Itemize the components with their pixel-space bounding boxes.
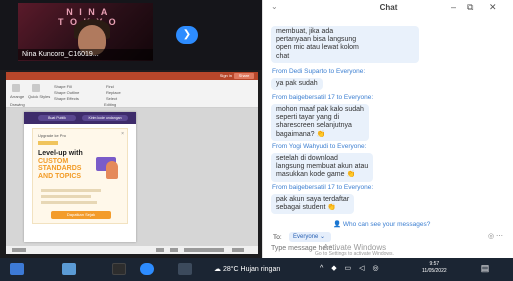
status-item (12, 248, 26, 252)
view-icon[interactable] (170, 248, 178, 252)
close-icon[interactable]: ✕ (489, 2, 497, 13)
slide-tab-public: Buat Publik (38, 115, 76, 121)
quick-styles-icon[interactable] (32, 84, 40, 92)
slide[interactable]: Buat Publik Kirim kode undangan Upgrade … (24, 112, 136, 242)
chat-message: pak akun saya terdaftar sebagai student … (271, 194, 355, 215)
chat-tools[interactable]: ◎ ⋯ (488, 232, 503, 240)
share-button[interactable]: Share (234, 73, 254, 79)
more-icon[interactable]: ⋯ (496, 233, 503, 240)
popout-icon[interactable]: ⧉ (467, 2, 473, 13)
message-sender: From baigebersatil 17 to Everyone: (272, 94, 374, 101)
chevron-right-icon[interactable]: ❯ (176, 26, 198, 44)
who-can-see-text: Who can see your messages? (342, 221, 431, 228)
clap-emoji-icon: 👏 (316, 130, 326, 138)
to-label: To: (273, 234, 282, 241)
word-app-icon[interactable] (10, 263, 24, 275)
clap-emoji-icon: 👏 (327, 204, 337, 212)
zoom-app-icon[interactable] (140, 263, 154, 275)
cta-button: Dapatkan Sejak (51, 211, 111, 219)
brand-line-1: N I N A (66, 7, 110, 17)
recipient-value: Everyone (293, 234, 319, 240)
person-computer-icon (94, 151, 122, 181)
weather-widget[interactable]: ☁ 28°C Hujan ringan (214, 265, 280, 273)
ribbon-label-arrange: Arrange (10, 94, 25, 99)
accent-bar (38, 141, 58, 145)
promo-row (41, 189, 101, 192)
file-explorer-icon[interactable] (62, 263, 76, 275)
chat-message: mohon maaf pak kalo sudah seperti tayar … (271, 104, 369, 141)
ribbon-label-shape-outline[interactable]: Shape Outline (54, 90, 79, 95)
slide-header: Buat Publik Kirim kode undangan (24, 112, 136, 124)
clap-emoji-icon: 👏 (346, 171, 356, 179)
message-sender: From Dedi Suparto to Everyone: (272, 68, 366, 75)
message-sender: From Yogi Wahyudi to Everyone: (272, 143, 367, 150)
ribbon: Arrange Quick Styles Shape Fill Shape Ou… (6, 80, 258, 108)
app-icon[interactable] (112, 263, 126, 275)
promo-headline: Level-up with CUSTOM STANDARDS AND TOPIC… (38, 150, 96, 180)
chat-panel: ⌄ Chat – ⧉ ✕ membuat, jika ada pertanyaa… (262, 0, 513, 258)
participant-name: Nina Kuncoro_C16019... (18, 49, 153, 60)
chat-message: setelah di download langsung membuat aku… (271, 153, 374, 182)
sign-in-link[interactable]: Sign in (220, 72, 232, 80)
promo-row (41, 201, 97, 204)
fit-icon[interactable] (232, 248, 244, 252)
clock[interactable]: 9:57 11/05/2022 (422, 261, 447, 275)
headline-highlight: CUSTOM STANDARDS AND TOPICS (38, 157, 82, 180)
chat-message: membuat, jika ada pertanyaan bisa langsu… (271, 26, 419, 63)
ribbon-titlebar: Sign in Share (6, 72, 258, 80)
ribbon-label-find[interactable]: Find (106, 84, 114, 89)
system-tray-icons[interactable]: ^ ◆ ▭ ◁ ◎ (320, 264, 382, 272)
slide-canvas: Buat Publik Kirim kode undangan Upgrade … (6, 108, 258, 246)
person-shape (106, 161, 118, 179)
ppt-status-bar (6, 246, 258, 254)
taskbar: ☁ 28°C Hujan ringan ^ ◆ ▭ ◁ ◎ 9:57 11/05… (0, 258, 513, 281)
people-icon: 👤 (333, 221, 343, 228)
slide-tab-invite: Kirim kode undangan (82, 115, 128, 121)
ribbon-label-select[interactable]: Select (106, 96, 117, 101)
notes-icon[interactable] (156, 248, 164, 252)
ribbon-label-replace[interactable]: Replace (106, 90, 121, 95)
chat-message: ya pak sudah (271, 78, 323, 91)
file-icon[interactable]: ◎ (488, 233, 494, 240)
message-text: pak akun saya terdaftar sebagai student (276, 196, 350, 212)
minimize-icon[interactable]: – (451, 2, 456, 12)
close-icon: × (121, 131, 124, 137)
shared-screen-pane: N I N A T O K Y O Nina Kuncoro_C16019...… (0, 0, 262, 258)
clock-time: 9:57 (429, 261, 440, 267)
promo-row (41, 195, 91, 198)
ribbon-label-shape-effects[interactable]: Shape Effects (54, 96, 79, 101)
app-icon[interactable] (178, 263, 192, 275)
powerpoint-window: Sign in Share Arrange Quick Styles Shape… (6, 72, 258, 254)
clock-date: 11/05/2022 (422, 268, 447, 274)
zoom-slider[interactable] (184, 248, 224, 252)
who-can-see-link[interactable]: 👤 Who can see your messages? (333, 220, 430, 228)
promo-card: Upgrade ke Pro × Level-up with CUSTOM ST… (32, 128, 128, 224)
ribbon-group-editing: Editing (104, 102, 117, 107)
upgrade-label: Upgrade ke Pro (38, 133, 67, 138)
notification-icon[interactable]: ▤ (478, 263, 492, 275)
activate-windows-subtitle: Go to Settings to activate Windows. (315, 251, 394, 257)
ribbon-group-drawing: Drawing (10, 102, 25, 107)
video-strip: N I N A T O K Y O Nina Kuncoro_C16019...… (0, 0, 262, 70)
chat-title: Chat (379, 3, 398, 12)
headline-text: Level-up with (38, 150, 83, 157)
recipient-select[interactable]: Everyone ⌄ (289, 232, 331, 242)
ribbon-label-shape-fill[interactable]: Shape Fill (54, 84, 72, 89)
message-sender: From baigebersatil 17 to Everyone: (272, 184, 374, 191)
cloud-icon: ☁ (214, 266, 223, 273)
ribbon-label-quick-styles: Quick Styles (28, 94, 51, 99)
weather-text: 28°C Hujan ringan (222, 266, 281, 273)
arrange-icon[interactable] (12, 84, 20, 92)
